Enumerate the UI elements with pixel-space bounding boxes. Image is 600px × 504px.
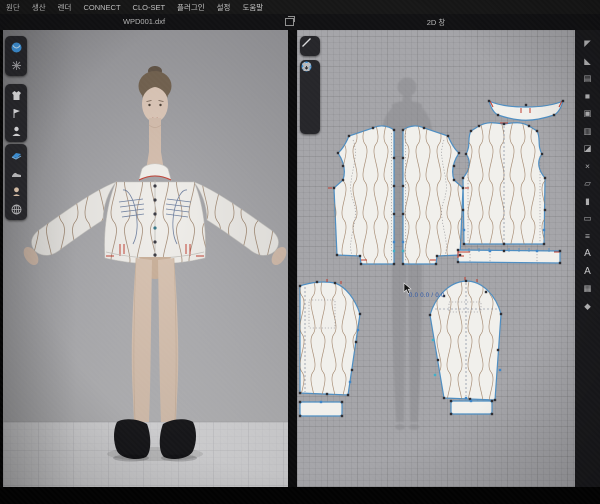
pattern-tool-strip: ◤ ◣ ▤ ■ ▣ ▥ ◪ × ▱ ▮ ▭ ≡ A A ▦ ◆ (575, 30, 600, 487)
pattern-piece-sleeve-left[interactable] (300, 282, 360, 395)
trace-pattern-tool-icon[interactable]: ▤ (580, 73, 596, 84)
menu-plugin[interactable]: 플러그인 (177, 2, 205, 13)
jacket-3d[interactable] (32, 164, 279, 264)
arrange-icon[interactable] (303, 117, 318, 131)
text-tool-icon[interactable]: A (580, 248, 596, 259)
shoe-right (160, 419, 196, 459)
menu-bar: 원단 생산 렌더 CONNECT CLO-SET 플러그인 설정 도움말 (0, 0, 600, 14)
float-window-icon[interactable] (285, 18, 294, 26)
pattern-piece-front-right[interactable] (403, 126, 463, 264)
avatar-icon[interactable] (9, 124, 24, 138)
menu-clo-set[interactable]: CLO-SET (133, 3, 166, 12)
dart-tool-icon[interactable]: ▮ (580, 196, 596, 207)
brush-icon[interactable] (9, 58, 24, 72)
menu-connect[interactable]: CONNECT (83, 3, 120, 12)
rectangle-tool-icon[interactable]: ■ (580, 91, 596, 102)
pin-icon[interactable] (9, 106, 24, 120)
toolbar-3d-group-display (5, 144, 27, 220)
pattern-canvas (297, 30, 575, 487)
shoe-left (114, 419, 150, 459)
left-bezel (0, 30, 3, 487)
unfold-tool-icon[interactable]: ▱ (580, 178, 596, 189)
toolbar-2d-group-display (300, 60, 320, 134)
tab-3d-window-title[interactable]: WPD001.dxf (0, 17, 288, 26)
tab-2d-window-title[interactable]: 2D 창 (297, 17, 575, 28)
seam-allowance-tool-icon[interactable]: ◪ (580, 143, 596, 154)
info-icon[interactable] (303, 81, 318, 95)
mirror-pattern-tool-icon[interactable]: ▣ (580, 108, 596, 119)
toolbar-3d-group-garment (5, 84, 27, 142)
pattern-piece-cuff-right[interactable] (451, 401, 492, 414)
menu-fabric[interactable]: 원단 (6, 2, 20, 13)
ruler-tool-icon[interactable]: ≡ (580, 231, 596, 242)
toolbar-2d-group-draw (300, 36, 320, 56)
cut-sew-tool-icon[interactable]: × (580, 161, 596, 172)
shoe-icon[interactable] (9, 166, 24, 180)
menu-production[interactable]: 생산 (32, 2, 46, 13)
pattern-piece-cuff-left[interactable] (300, 402, 342, 416)
edit-pattern-tool-icon[interactable]: ◣ (580, 56, 596, 67)
pattern-piece-front-left[interactable] (334, 126, 394, 264)
viewport-divider[interactable] (288, 30, 297, 487)
window-tab-bar: WPD001.dxf 2D 창 (0, 14, 600, 30)
viewport-3d[interactable] (3, 30, 288, 487)
garment-icon[interactable] (9, 88, 24, 102)
viewport-2d[interactable]: 0.0 0.0 / 0.0 (297, 30, 575, 487)
steam-tool-icon[interactable]: ◆ (580, 301, 596, 312)
world-icon[interactable] (9, 202, 24, 216)
avatar-3d[interactable] (21, 66, 288, 462)
fabric-icon[interactable] (9, 148, 24, 162)
menu-settings[interactable]: 설정 (217, 2, 231, 13)
menu-render[interactable]: 렌더 (58, 2, 72, 13)
leg-left (132, 258, 152, 422)
grid-tool-icon[interactable]: ▦ (580, 283, 596, 294)
head-icon[interactable] (9, 184, 24, 198)
leg-right (158, 258, 178, 422)
annotation-tool-icon[interactable]: A (580, 266, 596, 277)
coordinate-readout: 0.0 0.0 / 0.0 (409, 293, 445, 299)
fabric-icon[interactable] (303, 99, 318, 113)
transform-pattern-tool-icon[interactable]: ◤ (580, 38, 596, 49)
scene-3d (3, 30, 288, 487)
simulate-icon[interactable] (9, 40, 24, 54)
toolbar-3d-group-simulate (5, 36, 27, 76)
bottom-bezel (0, 487, 600, 504)
pen-icon[interactable] (303, 39, 318, 53)
copy-pattern-tool-icon[interactable]: ▥ (580, 126, 596, 137)
pleat-tool-icon[interactable]: ▭ (580, 213, 596, 224)
clo-application-window: 원단 생산 렌더 CONNECT CLO-SET 플러그인 설정 도움말 WPD… (0, 0, 600, 504)
menu-help[interactable]: 도움말 (242, 2, 263, 13)
